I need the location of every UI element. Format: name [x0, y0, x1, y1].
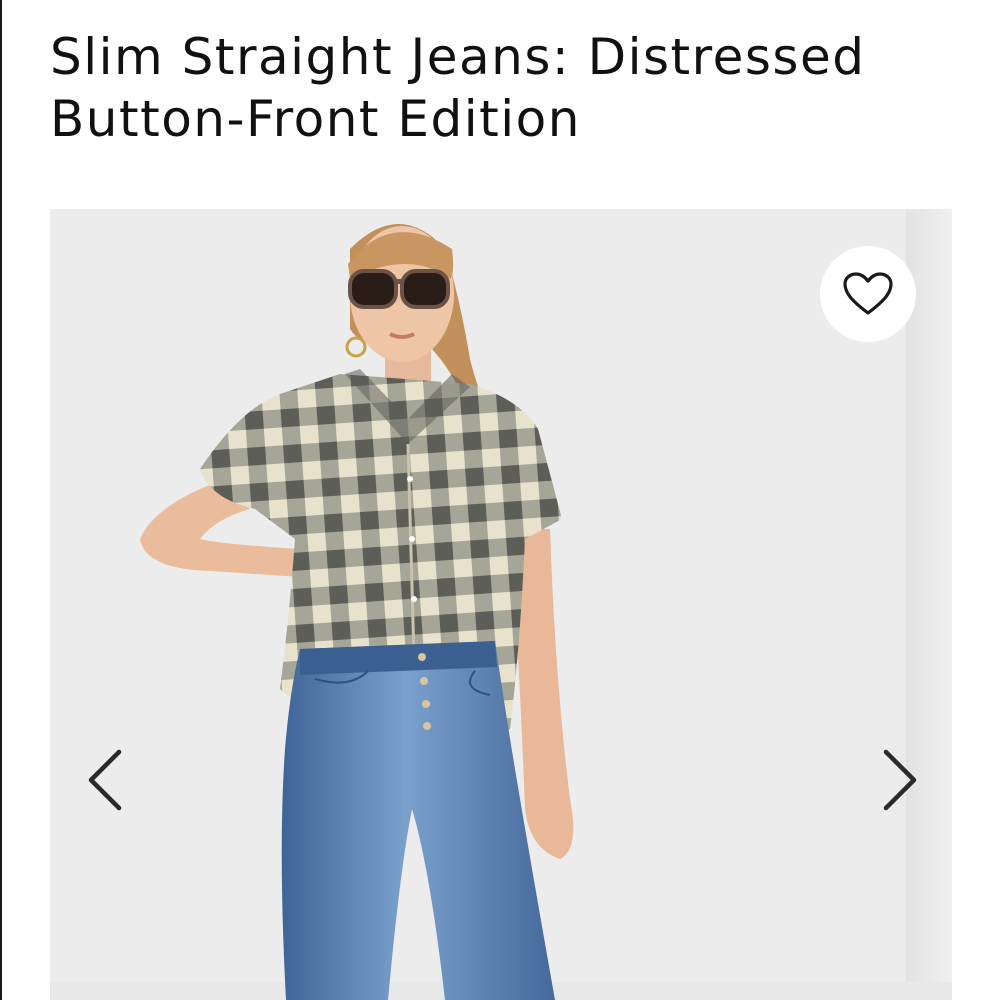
product-page: Slim Straight Jeans: Distressed Button-F…	[0, 0, 1000, 1000]
chevron-right-icon	[883, 749, 917, 811]
chevron-left-icon	[88, 749, 122, 811]
product-image-gallery[interactable]	[50, 209, 952, 1000]
heart-outline-icon	[843, 272, 893, 315]
wishlist-button[interactable]	[820, 246, 916, 342]
product-title: Slim Straight Jeans: Distressed Button-F…	[50, 28, 866, 148]
product-photo	[140, 224, 574, 1000]
window-edge	[0, 0, 2, 1000]
previous-image-button[interactable]	[75, 744, 135, 816]
next-image-button[interactable]	[870, 744, 930, 816]
